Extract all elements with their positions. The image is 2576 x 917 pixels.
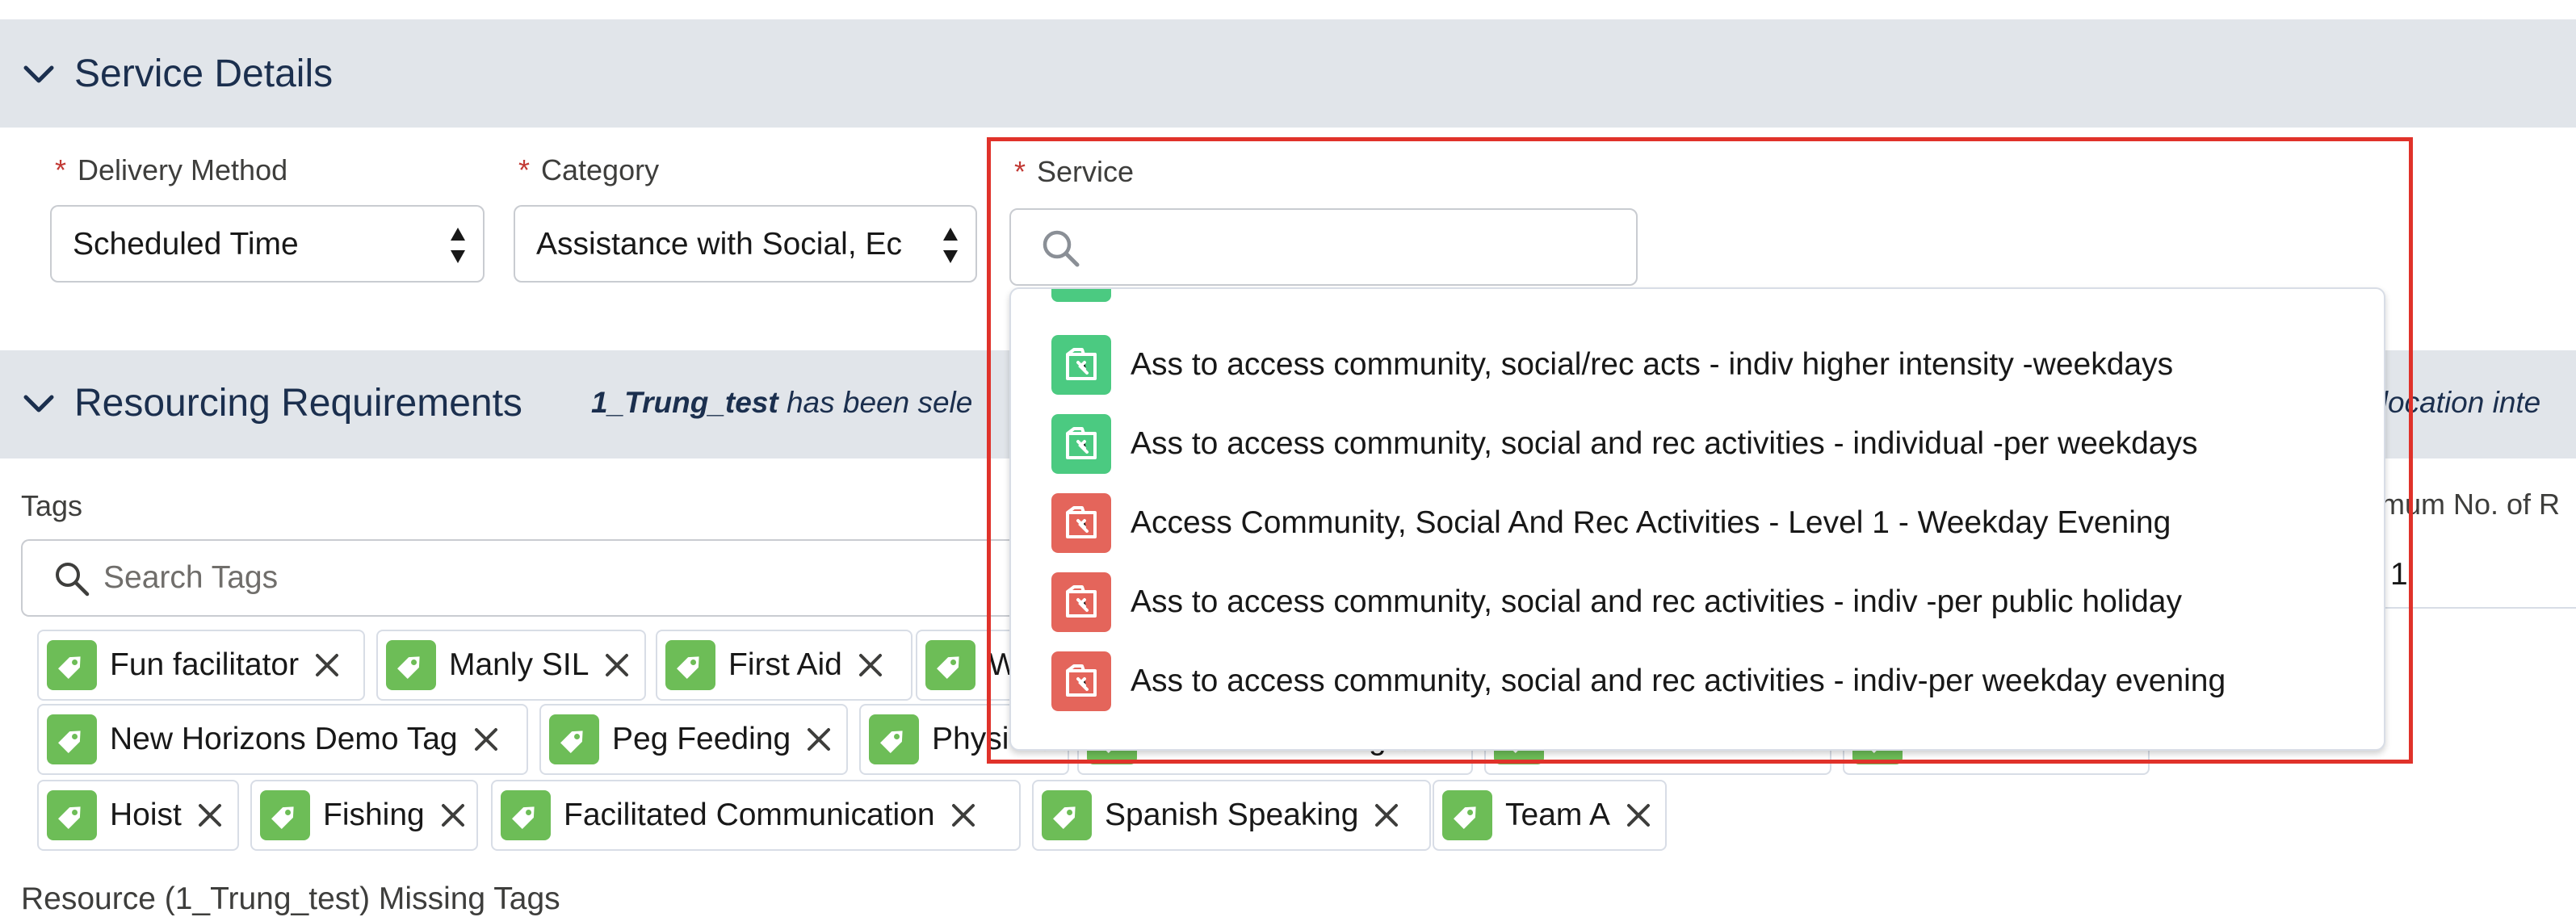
tag-pill[interactable]: First Aid <box>656 630 913 701</box>
tag-label: First Aid <box>728 647 842 682</box>
close-icon[interactable] <box>439 802 467 829</box>
chevron-down-icon[interactable] <box>18 53 60 95</box>
tag-label: Team A <box>1505 798 1611 832</box>
section-title-resourcing: Resourcing Requirements <box>74 382 522 425</box>
category-select[interactable]: Assistance with Social, Ec <box>514 205 977 283</box>
close-icon[interactable] <box>196 802 224 829</box>
tag-label: Spanish Speaking <box>1105 798 1359 832</box>
required-marker: * <box>518 153 531 186</box>
resource-note-text: has been sele <box>778 386 973 419</box>
tags-label: Tags <box>21 489 83 522</box>
close-icon[interactable] <box>805 726 833 753</box>
category-value: Assistance with Social, Ec <box>536 227 903 262</box>
missing-tags-heading: Resource (1_Trung_test) Missing Tags <box>21 881 560 916</box>
close-icon[interactable] <box>950 802 977 829</box>
search-tags-placeholder: Search Tags <box>103 560 279 595</box>
tag-icon <box>1442 790 1492 840</box>
tag-pill[interactable]: Fishing <box>250 780 478 851</box>
tag-icon <box>47 790 97 840</box>
delivery-method-label: * Delivery Method <box>55 153 287 187</box>
delivery-method-select[interactable]: Scheduled Time <box>50 205 485 283</box>
tag-pill[interactable]: Hoist <box>37 780 239 851</box>
tag-icon <box>665 640 715 690</box>
close-icon[interactable] <box>1373 802 1400 829</box>
tag-icon <box>260 790 310 840</box>
tag-label: Fishing <box>323 798 425 832</box>
tag-label: Manly SIL <box>449 647 589 682</box>
resource-name: 1_Trung_test <box>591 386 778 419</box>
search-tags-input[interactable]: Search Tags <box>21 539 1030 617</box>
select-arrows-icon <box>451 228 465 263</box>
category-label: * Category <box>518 153 659 187</box>
chevron-down-icon[interactable] <box>18 383 60 425</box>
tag-pill[interactable]: Manly SIL <box>376 630 646 701</box>
close-icon[interactable] <box>603 651 631 679</box>
tag-pill[interactable]: Fun facilitator <box>37 630 365 701</box>
tag-icon <box>386 640 436 690</box>
close-icon[interactable] <box>1625 802 1652 829</box>
section-title-service-details: Service Details <box>74 52 334 95</box>
close-icon[interactable] <box>472 726 500 753</box>
tag-icon <box>501 790 551 840</box>
tag-pill[interactable]: Team A <box>1433 780 1667 851</box>
tag-label: Fun facilitator <box>110 647 300 682</box>
tag-icon <box>1042 790 1092 840</box>
delivery-method-value: Scheduled Time <box>73 227 299 262</box>
tag-icon <box>549 714 599 764</box>
tag-label: New Horizons Demo Tag <box>110 722 458 756</box>
tag-pill[interactable]: Facilitated Communication <box>491 780 1021 851</box>
tag-pill[interactable]: New Horizons Demo Tag <box>37 704 528 775</box>
highlight-box <box>987 137 2413 764</box>
tag-pill[interactable]: Spanish Speaking <box>1032 780 1431 851</box>
tag-icon <box>869 714 919 764</box>
service-details-header[interactable]: Service Details <box>0 19 2576 128</box>
tag-icon <box>925 640 975 690</box>
tag-pill[interactable]: Peg Feeding <box>539 704 848 775</box>
search-icon <box>56 563 90 597</box>
tag-label: Facilitated Communication <box>564 798 935 832</box>
tag-icon <box>47 640 97 690</box>
tag-label: Peg Feeding <box>612 722 791 756</box>
select-arrows-icon <box>943 228 958 263</box>
tag-icon <box>47 714 97 764</box>
required-marker: * <box>55 153 67 186</box>
close-icon[interactable] <box>313 651 341 679</box>
resource-selected-note: 1_Trung_test has been sele <box>591 386 972 420</box>
tag-label: Hoist <box>110 798 182 832</box>
delivery-method-label-text: Delivery Method <box>78 153 288 186</box>
category-label-text: Category <box>541 153 660 186</box>
close-icon[interactable] <box>857 651 884 679</box>
